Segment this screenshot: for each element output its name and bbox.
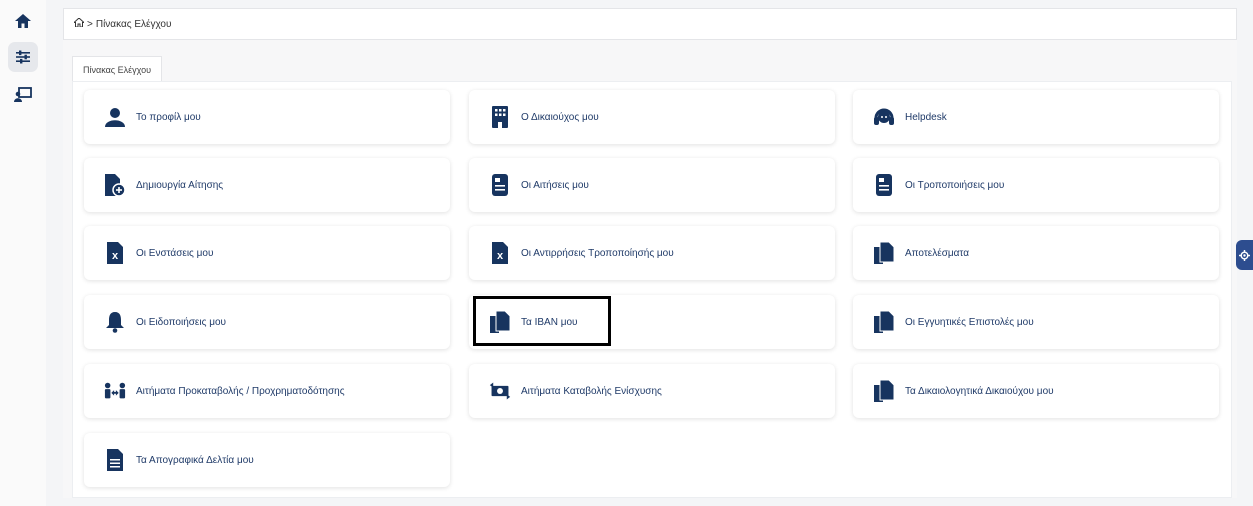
dashboard-card[interactable]: Helpdesk bbox=[853, 90, 1219, 144]
home-icon[interactable] bbox=[72, 17, 86, 30]
breadcrumb: > Πίνακας Ελέγχου bbox=[63, 8, 1237, 40]
sliders-icon[interactable] bbox=[8, 42, 38, 72]
svg-text:x: x bbox=[497, 250, 504, 262]
user-icon bbox=[104, 106, 126, 128]
building-icon bbox=[489, 106, 511, 128]
copy-files-icon bbox=[873, 380, 895, 402]
dashboard-card[interactable]: Δημιουργία Αίτησης bbox=[84, 158, 450, 212]
file-text-icon bbox=[104, 449, 126, 471]
card-label: Τα Απογραφικά Δελτία μου bbox=[136, 454, 254, 466]
settings-tab[interactable] bbox=[1236, 240, 1253, 270]
card-label: Helpdesk bbox=[905, 111, 947, 123]
breadcrumb-current: Πίνακας Ελέγχου bbox=[95, 18, 172, 30]
left-rail bbox=[0, 0, 46, 506]
tab-dashboard[interactable]: Πίνακας Ελέγχου bbox=[72, 56, 163, 83]
home-icon[interactable] bbox=[8, 6, 38, 36]
card-label: Αποτελέσματα bbox=[905, 247, 970, 259]
card-label: Οι Εγγυητικές Επιστολές μου bbox=[905, 316, 1034, 328]
dashboard-card[interactable]: Αιτήματα Προκαταβολής / Προχρηματοδότηση… bbox=[84, 364, 450, 418]
dashboard-card[interactable]: Οι Τροποποιήσεις μου bbox=[853, 158, 1219, 212]
card-label: Οι Ειδοποιήσεις μου bbox=[136, 316, 226, 328]
transfer-people-icon bbox=[104, 380, 126, 402]
card-label: Ο Δικαιούχος μου bbox=[521, 111, 599, 123]
copy-files-icon bbox=[873, 242, 895, 264]
headset-icon bbox=[873, 106, 895, 128]
dashboard-card[interactable]: Το προφίλ μου bbox=[84, 90, 450, 144]
dashboard-card[interactable]: Τα Δικαιολογητικά Δικαιούχου μου bbox=[853, 364, 1219, 418]
bell-icon bbox=[104, 311, 126, 333]
card-label: Το προφίλ μου bbox=[136, 111, 201, 123]
card-label: Αιτήματα Προκαταβολής / Προχρηματοδότηση… bbox=[136, 385, 345, 397]
file-add-icon bbox=[104, 174, 126, 196]
file-excel-icon: x bbox=[489, 242, 511, 264]
card-label: Οι Αντιρρήσεις Τροποποίησής μου bbox=[521, 247, 674, 259]
svg-text:x: x bbox=[112, 250, 119, 262]
dashboard-card[interactable]: Οι Ειδοποιήσεις μου bbox=[84, 295, 450, 349]
document-icon bbox=[873, 174, 895, 196]
card-label: Αιτήματα Καταβολής Ενίσχυσης bbox=[521, 385, 662, 397]
copy-files-icon bbox=[873, 311, 895, 333]
dashboard-card[interactable]: Αποτελέσματα bbox=[853, 226, 1219, 280]
card-label: Οι Ενστάσεις μου bbox=[136, 247, 214, 259]
dashboard-card[interactable]: x Οι Ενστάσεις μου bbox=[84, 226, 450, 280]
card-label: Δημιουργία Αίτησης bbox=[136, 179, 224, 191]
presentation-icon[interactable] bbox=[8, 80, 38, 110]
gear-icon bbox=[1239, 249, 1250, 261]
dashboard-card[interactable]: Ο Δικαιούχος μου bbox=[469, 90, 835, 144]
highlight-box bbox=[473, 296, 611, 346]
dashboard-card[interactable]: x Οι Αντιρρήσεις Τροποποίησής μου bbox=[469, 226, 835, 280]
card-label: Τα Δικαιολογητικά Δικαιούχου μου bbox=[905, 385, 1054, 397]
breadcrumb-separator: > bbox=[87, 18, 93, 30]
dashboard-card[interactable]: Αιτήματα Καταβολής Ενίσχυσης bbox=[469, 364, 835, 418]
card-label: Οι Αιτήσεις μου bbox=[521, 179, 589, 191]
dashboard-card[interactable]: Τα Απογραφικά Δελτία μου bbox=[84, 433, 450, 487]
dashboard-card[interactable]: Οι Αιτήσεις μου bbox=[469, 158, 835, 212]
card-label: Οι Τροποποιήσεις μου bbox=[905, 179, 1005, 191]
document-icon bbox=[489, 174, 511, 196]
file-excel-icon: x bbox=[104, 242, 126, 264]
money-exchange-icon bbox=[489, 380, 511, 402]
dashboard-card[interactable]: Οι Εγγυητικές Επιστολές μου bbox=[853, 295, 1219, 349]
